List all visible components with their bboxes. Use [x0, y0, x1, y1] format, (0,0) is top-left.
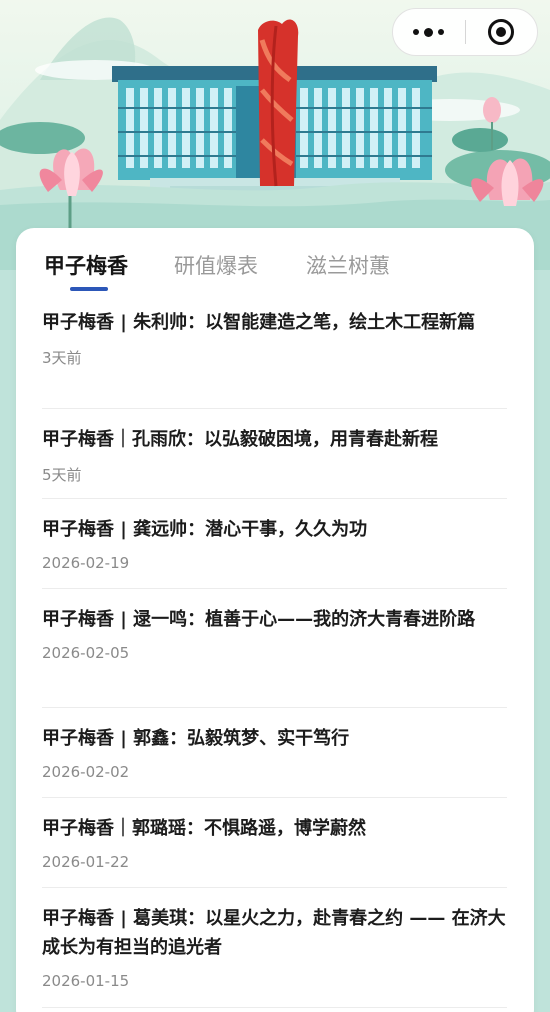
list-item[interactable]: 甲子梅香 | 郭鑫：弘毅筑梦、实干笃行 2026-02-02	[42, 708, 507, 798]
article-date: 2026-02-19	[42, 554, 130, 572]
active-tab-indicator	[70, 287, 108, 291]
article-title: 甲子梅香 | 郭鑫：弘毅筑梦、实干笃行	[42, 728, 350, 749]
list-item[interactable]: 甲子梅香｜郭璐瑶：不惧路遥，博学蔚然 2026-01-22	[42, 798, 507, 888]
tab-zilan-shuhui[interactable]: 滋兰树蕙	[306, 250, 390, 280]
article-date: 2026-01-22	[42, 853, 130, 871]
tab-jiazi-meixiang[interactable]: 甲子梅香	[44, 250, 128, 280]
miniprogram-capsule	[392, 8, 538, 56]
tab-bar: 甲子梅香 研值爆表 滋兰树蕙	[16, 228, 534, 298]
article-date: 2026-01-15	[42, 972, 130, 990]
article-title: 甲子梅香 | 葛美琪：以星火之力，赴青春之约 —— 在济大成长为有担当的追光者	[42, 908, 506, 958]
article-date: 2026-02-02	[42, 763, 130, 781]
list-item[interactable]: 甲子梅香 | 朱利帅：以智能建造之笔，绘土木工程新篇 3天前	[42, 308, 507, 409]
article-title: 甲子梅香｜郭璐瑶：不惧路遥，博学蔚然	[42, 818, 366, 839]
list-item[interactable]: 甲子梅香 | 龚远帅：潜心干事，久久为功 2026-02-19	[42, 499, 507, 589]
target-circle-icon[interactable]	[466, 9, 538, 55]
list-item[interactable]: 甲子梅香｜孔雨欣：以弘毅破困境，用青春赴新程 5天前	[42, 409, 507, 499]
article-date: 5天前	[42, 466, 82, 484]
article-title: 甲子梅香｜孔雨欣：以弘毅破困境，用青春赴新程	[42, 429, 438, 450]
article-date: 2026-02-05	[42, 644, 130, 662]
tab-yanzhi-baobiao[interactable]: 研值爆表	[174, 250, 258, 280]
article-list: 甲子梅香 | 朱利帅：以智能建造之笔，绘土木工程新篇 3天前 甲子梅香｜孔雨欣：…	[42, 308, 507, 1008]
monument	[258, 19, 299, 187]
article-title: 甲子梅香 | 朱利帅：以智能建造之笔，绘土木工程新篇	[42, 312, 476, 333]
article-title: 甲子梅香 | 龚远帅：潜心干事，久久为功	[42, 519, 368, 540]
list-item[interactable]: 甲子梅香 | 葛美琪：以星火之力，赴青春之约 —— 在济大成长为有担当的追光者 …	[42, 888, 507, 1008]
list-item[interactable]: 甲子梅香 | 逯一鸣：植善于心——我的济大青春进阶路 2026-02-05	[42, 589, 507, 708]
article-date: 3天前	[42, 349, 82, 367]
more-dots-icon[interactable]	[393, 9, 465, 55]
content-card: 甲子梅香 研值爆表 滋兰树蕙 甲子梅香 | 朱利帅：以智能建造之笔，绘土木工程新…	[16, 228, 534, 1012]
article-title: 甲子梅香 | 逯一鸣：植善于心——我的济大青春进阶路	[42, 609, 476, 630]
